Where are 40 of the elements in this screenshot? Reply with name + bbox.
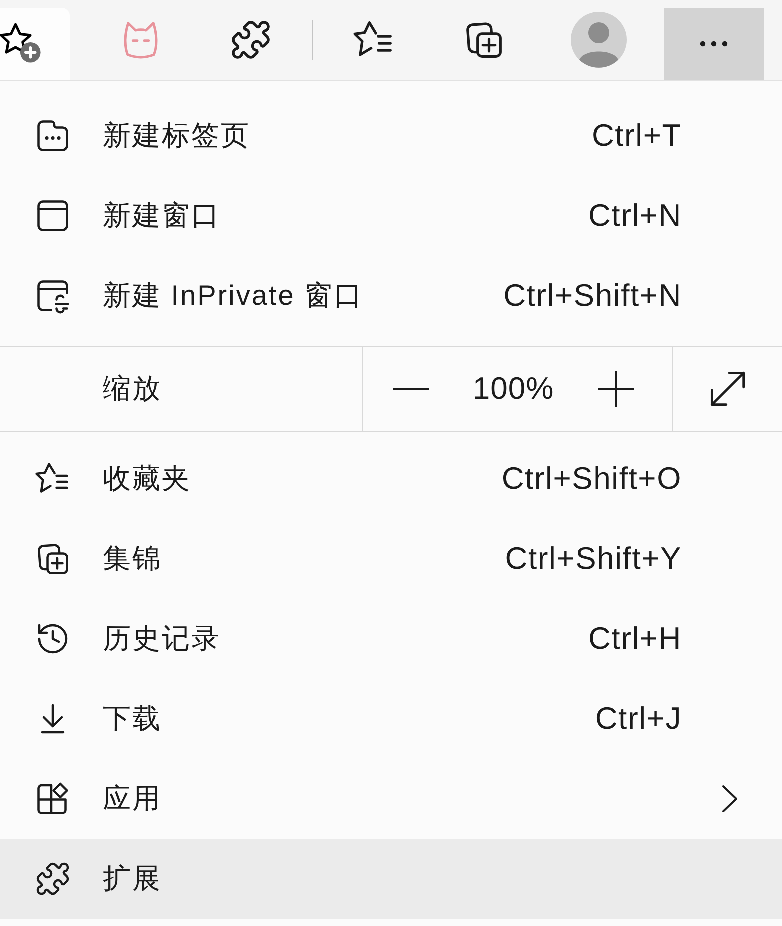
star-plus-icon[interactable] bbox=[0, 22, 42, 64]
shortcut-label: Ctrl+Shift+O bbox=[502, 460, 682, 498]
menu-item-label: 下载 bbox=[103, 702, 162, 736]
zoom-value: 100% bbox=[472, 370, 556, 408]
menu-item[interactable]: 历史记录 Ctrl+H bbox=[0, 599, 782, 679]
shortcut-label: Ctrl+T bbox=[592, 116, 682, 155]
menu-item[interactable]: 扩展 bbox=[0, 839, 782, 919]
avatar-icon[interactable] bbox=[571, 12, 627, 68]
menu-item[interactable]: 新建 InPrivate 窗口 Ctrl+Shift+N bbox=[0, 256, 782, 336]
menu-item-label: 新建 InPrivate 窗口 bbox=[103, 279, 364, 313]
shortcut-label: Ctrl+N bbox=[588, 196, 682, 235]
menu-item-label: 扩展 bbox=[103, 862, 162, 896]
menu-item-label: 新建标签页 bbox=[103, 119, 250, 153]
menu-item[interactable]: 应用 bbox=[0, 759, 782, 839]
puzzle-icon[interactable] bbox=[230, 19, 272, 61]
menu-item-label: 集锦 bbox=[103, 542, 162, 576]
apps-grid-icon bbox=[35, 781, 71, 817]
tab-dots-icon bbox=[35, 118, 71, 154]
window-icon bbox=[35, 198, 71, 234]
menu-item[interactable]: 新建标签页 Ctrl+T bbox=[0, 96, 782, 176]
menu-item-label: 应用 bbox=[103, 782, 162, 816]
menu-item[interactable]: 集锦 Ctrl+Shift+Y bbox=[0, 519, 782, 599]
menu-item[interactable]: 收藏夹 Ctrl+Shift+O bbox=[0, 439, 782, 519]
menu-item[interactable]: 新建窗口 Ctrl+N bbox=[0, 176, 782, 256]
shortcut-label: Ctrl+Shift+Y bbox=[505, 540, 682, 578]
diagonal-arrows-icon bbox=[708, 370, 746, 408]
cards-plus-icon bbox=[35, 541, 71, 577]
menu-item-label: 收藏夹 bbox=[103, 462, 192, 496]
zoom-label: 缩放 bbox=[103, 372, 162, 406]
dots-icon bbox=[700, 41, 728, 47]
window-mask-icon bbox=[35, 278, 71, 314]
shortcut-label: Ctrl+H bbox=[588, 620, 682, 658]
puzzle-icon bbox=[35, 861, 71, 897]
plus-icon bbox=[598, 371, 634, 407]
menu-item-label: 历史记录 bbox=[103, 622, 221, 656]
menu-item-label: 新建窗口 bbox=[103, 199, 221, 233]
shortcut-label: Ctrl+Shift+N bbox=[504, 276, 682, 315]
minus-icon bbox=[393, 388, 429, 390]
shortcut-label: Ctrl+J bbox=[595, 700, 682, 738]
menu-item[interactable]: 下载 Ctrl+J bbox=[0, 679, 782, 759]
